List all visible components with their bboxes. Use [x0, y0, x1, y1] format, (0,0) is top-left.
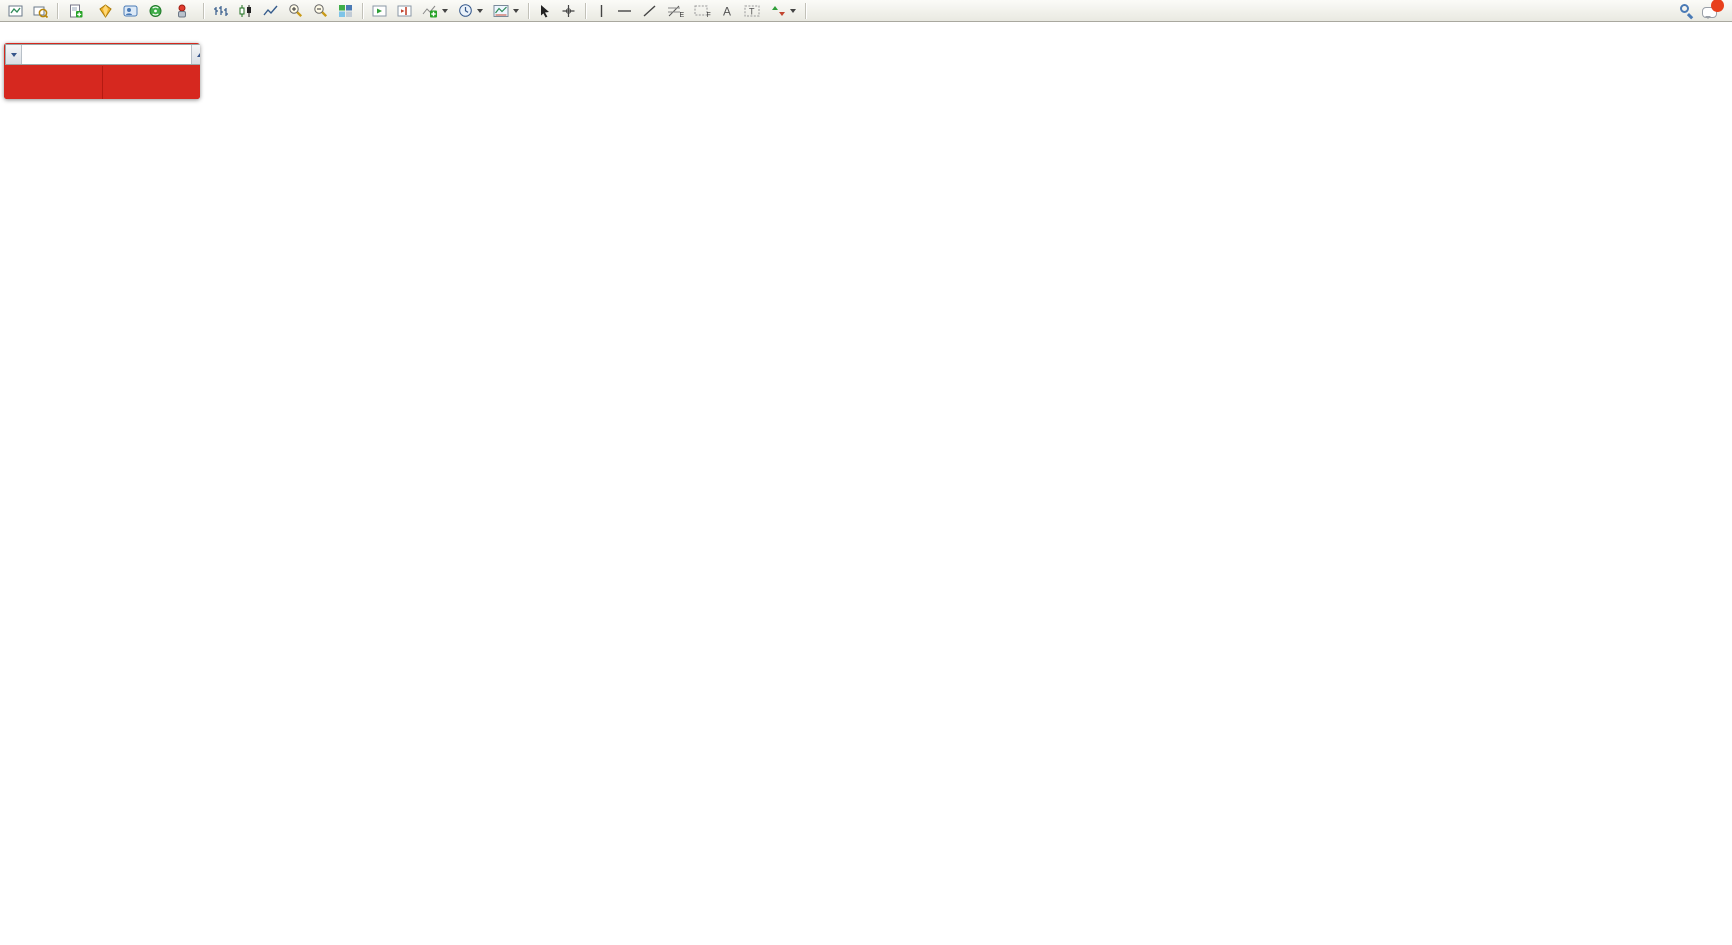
cursor-icon[interactable] — [534, 1, 555, 21]
volume-input[interactable] — [22, 45, 191, 64]
volume-decrease-button[interactable] — [6, 45, 22, 64]
bar-chart-icon[interactable] — [209, 1, 232, 21]
svg-text:T: T — [749, 6, 755, 16]
toolbar-separator — [585, 3, 586, 19]
toolbar-separator — [57, 3, 58, 19]
chart-canvas[interactable] — [0, 22, 1732, 945]
line-chart-icon[interactable] — [259, 1, 282, 21]
svg-text:E: E — [680, 12, 685, 18]
chart-window-icon[interactable] — [4, 1, 27, 21]
search-icon[interactable] — [1680, 4, 1694, 18]
notification-badge — [1711, 0, 1724, 12]
text-label-icon[interactable]: T — [740, 1, 765, 21]
vertical-line-icon[interactable] — [591, 1, 611, 21]
chat-icon[interactable] — [1702, 2, 1722, 20]
zoom-out-icon[interactable] — [309, 1, 332, 21]
periods-icon[interactable] — [454, 1, 487, 21]
horizontal-line-icon[interactable] — [613, 1, 636, 21]
top-toolbar: E F A T — [0, 0, 1732, 22]
candle-chart-icon[interactable] — [234, 1, 257, 21]
market-watch-icon[interactable] — [94, 1, 117, 21]
toolbar-separator — [362, 3, 363, 19]
toolbar-separator — [528, 3, 529, 19]
arrows-dropdown-caret[interactable] — [790, 9, 796, 13]
zoom-in-icon[interactable] — [284, 1, 307, 21]
chart-window[interactable] — [0, 22, 1732, 945]
svg-text:F: F — [707, 12, 711, 18]
toolbar-right-group — [1680, 2, 1728, 20]
buy-price-display[interactable] — [103, 66, 201, 99]
tile-windows-icon[interactable] — [334, 1, 357, 21]
auto-scroll-icon[interactable] — [368, 1, 391, 21]
indicators-dropdown-caret[interactable] — [442, 9, 448, 13]
one-click-trade-panel — [4, 43, 200, 99]
periods-dropdown-caret[interactable] — [477, 9, 483, 13]
arrows-tool-icon[interactable] — [767, 1, 800, 21]
toolbar-separator — [805, 3, 806, 19]
new-order-button[interactable] — [63, 1, 92, 21]
chart-shift-icon[interactable] — [393, 1, 416, 21]
trendline-icon[interactable] — [638, 1, 661, 21]
templates-icon[interactable] — [489, 1, 523, 21]
svg-text:A: A — [723, 4, 731, 18]
fibonacci-icon[interactable]: E — [663, 1, 688, 21]
fibo-channel-icon[interactable]: F — [690, 1, 715, 21]
text-icon[interactable]: A — [717, 1, 738, 21]
chevron-down-icon — [11, 53, 17, 57]
signals-icon[interactable] — [144, 1, 167, 21]
chart-profiles-icon[interactable] — [29, 1, 52, 21]
auto-trading-button[interactable] — [169, 1, 198, 21]
navigator-icon[interactable] — [119, 1, 142, 21]
indicators-icon[interactable] — [418, 1, 452, 21]
chevron-up-icon — [197, 53, 201, 57]
volume-increase-button[interactable] — [191, 45, 200, 64]
volume-box — [5, 44, 200, 65]
sell-price-display[interactable] — [4, 66, 102, 99]
crosshair-icon[interactable] — [557, 1, 580, 21]
toolbar-separator — [203, 3, 204, 19]
templates-dropdown-caret[interactable] — [513, 9, 519, 13]
